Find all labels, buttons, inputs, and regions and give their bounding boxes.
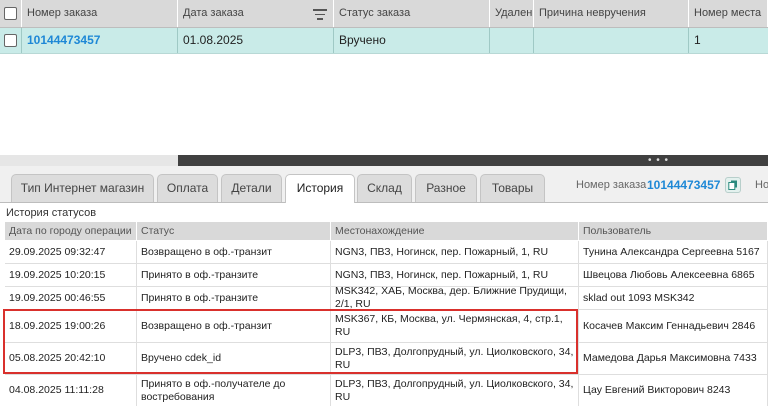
orders-grid: Номер заказа Дата заказа Статус заказа У… bbox=[0, 0, 768, 155]
history-status: Возвращено в оф.-транзит bbox=[137, 241, 331, 263]
header-select-all-cell[interactable] bbox=[0, 0, 22, 27]
col-status[interactable]: Статус bbox=[137, 222, 331, 240]
history-location: MSK342, ХАБ, Москва, дер. Ближние Прудищ… bbox=[331, 287, 579, 309]
history-user: Швецова Любовь Алексеевна 6865 bbox=[579, 264, 768, 286]
history-status: Принято в оф.-транзите bbox=[137, 287, 331, 309]
history-date: 18.09.2025 19:00:26 bbox=[5, 310, 137, 342]
tab-payment[interactable]: Оплата bbox=[157, 174, 218, 202]
horizontal-scrollbar-thumb[interactable] bbox=[178, 155, 768, 166]
col-user[interactable]: Пользователь bbox=[579, 222, 768, 240]
order-number-label: Номер заказа bbox=[576, 179, 647, 191]
history-location: DLP3, ПВЗ, Долгопрудный, ул. Циолковског… bbox=[331, 343, 579, 374]
history-location: MSK367, КБ, Москва, ул. Чермянская, 4, с… bbox=[331, 310, 579, 342]
history-location: NGN3, ПВЗ, Ногинск, пер. Пожарный, 1, RU bbox=[331, 264, 579, 286]
reason-cell bbox=[534, 28, 689, 53]
history-location: DLP3, ПВЗ, Долгопрудный, ул. Циолковског… bbox=[331, 375, 579, 406]
history-row[interactable]: 05.08.2025 20:42:10 Вручено cdek_id DLP3… bbox=[5, 343, 768, 375]
drag-handle-icon[interactable]: • • • bbox=[648, 156, 669, 166]
horizontal-scrollbar-track[interactable] bbox=[0, 155, 178, 166]
col-order-status[interactable]: Статус заказа bbox=[334, 0, 490, 27]
order-number-value[interactable]: 10144473457 bbox=[647, 178, 720, 192]
history-user: Тунина Александра Сергеевна 5167 bbox=[579, 241, 768, 263]
order-row[interactable]: 10144473457 01.08.2025 Вручено 1 bbox=[0, 28, 768, 54]
history-title: История статусов bbox=[6, 207, 97, 219]
copy-icon[interactable] bbox=[725, 177, 741, 193]
history-user: Цау Евгений Викторович 8243 bbox=[579, 375, 768, 406]
col-order-number[interactable]: Номер заказа bbox=[22, 0, 178, 27]
tab-warehouse[interactable]: Склад bbox=[357, 174, 412, 202]
status-history-grid: Дата по городу операции Статус Местонахо… bbox=[5, 222, 768, 406]
tab-misc[interactable]: Разное bbox=[415, 174, 477, 202]
tab-internet-shop-type[interactable]: Тип Интернет магазин bbox=[11, 174, 154, 202]
truncated-label: Но bbox=[755, 179, 768, 191]
col-location[interactable]: Местонахождение bbox=[331, 222, 579, 240]
place-number-cell: 1 bbox=[694, 33, 701, 47]
tab-details[interactable]: Детали bbox=[221, 174, 282, 202]
history-status: Принято в оф.-транзите bbox=[137, 264, 331, 286]
history-date: 19.09.2025 10:20:15 bbox=[5, 264, 137, 286]
row-select-cell[interactable] bbox=[0, 28, 22, 53]
history-row[interactable]: 18.09.2025 19:00:26 Возвращено в оф.-тра… bbox=[5, 310, 768, 343]
history-user: sklad out 1093 MSK342 bbox=[579, 287, 768, 309]
row-checkbox[interactable] bbox=[4, 34, 17, 47]
history-status: Вручено cdek_id bbox=[137, 343, 331, 374]
history-row[interactable]: 19.09.2025 00:46:55 Принято в оф.-транзи… bbox=[5, 287, 768, 310]
history-location: NGN3, ПВЗ, Ногинск, пер. Пожарный, 1, RU bbox=[331, 241, 579, 263]
deleted-cell bbox=[490, 28, 534, 53]
history-status: Принято в оф.-получателе до востребовани… bbox=[137, 375, 331, 406]
col-operation-date[interactable]: Дата по городу операции bbox=[5, 222, 137, 240]
orders-grid-header: Номер заказа Дата заказа Статус заказа У… bbox=[0, 0, 768, 28]
history-header: Дата по городу операции Статус Местонахо… bbox=[5, 222, 768, 240]
col-order-date[interactable]: Дата заказа bbox=[178, 0, 334, 27]
history-date: 29.09.2025 09:32:47 bbox=[5, 241, 137, 263]
col-deleted[interactable]: Удален bbox=[490, 0, 534, 27]
panel-splitter[interactable]: • • • bbox=[0, 155, 768, 166]
col-reason[interactable]: Причина невручения bbox=[534, 0, 689, 27]
history-date: 19.09.2025 00:46:55 bbox=[5, 287, 137, 309]
history-row[interactable]: 04.08.2025 11:11:28 Принято в оф.-получа… bbox=[5, 375, 768, 406]
history-row[interactable]: 19.09.2025 10:20:15 Принято в оф.-транзи… bbox=[5, 264, 768, 287]
tab-history[interactable]: История bbox=[285, 174, 355, 203]
history-date: 05.08.2025 20:42:10 bbox=[5, 343, 137, 374]
detail-tabs-bar: Тип Интернет магазин Оплата Детали Истор… bbox=[0, 166, 768, 203]
tab-goods[interactable]: Товары bbox=[480, 174, 545, 202]
history-date: 04.08.2025 11:11:28 bbox=[5, 375, 137, 406]
col-place-number[interactable]: Номер места bbox=[689, 0, 768, 27]
history-status: Возвращено в оф.-транзит bbox=[137, 310, 331, 342]
col-order-date-label: Дата заказа bbox=[183, 7, 244, 19]
column-menu-icon[interactable] bbox=[313, 9, 327, 23]
select-all-checkbox[interactable] bbox=[4, 7, 17, 20]
order-number-link[interactable]: 10144473457 bbox=[22, 28, 178, 53]
history-user: Косачев Максим Геннадьевич 2846 bbox=[579, 310, 768, 342]
order-status-cell: Вручено bbox=[334, 28, 490, 53]
history-user: Мамедова Дарья Максимовна 7433 bbox=[579, 343, 768, 374]
order-date-cell: 01.08.2025 bbox=[178, 28, 334, 53]
history-row[interactable]: 29.09.2025 09:32:47 Возвращено в оф.-тра… bbox=[5, 241, 768, 264]
